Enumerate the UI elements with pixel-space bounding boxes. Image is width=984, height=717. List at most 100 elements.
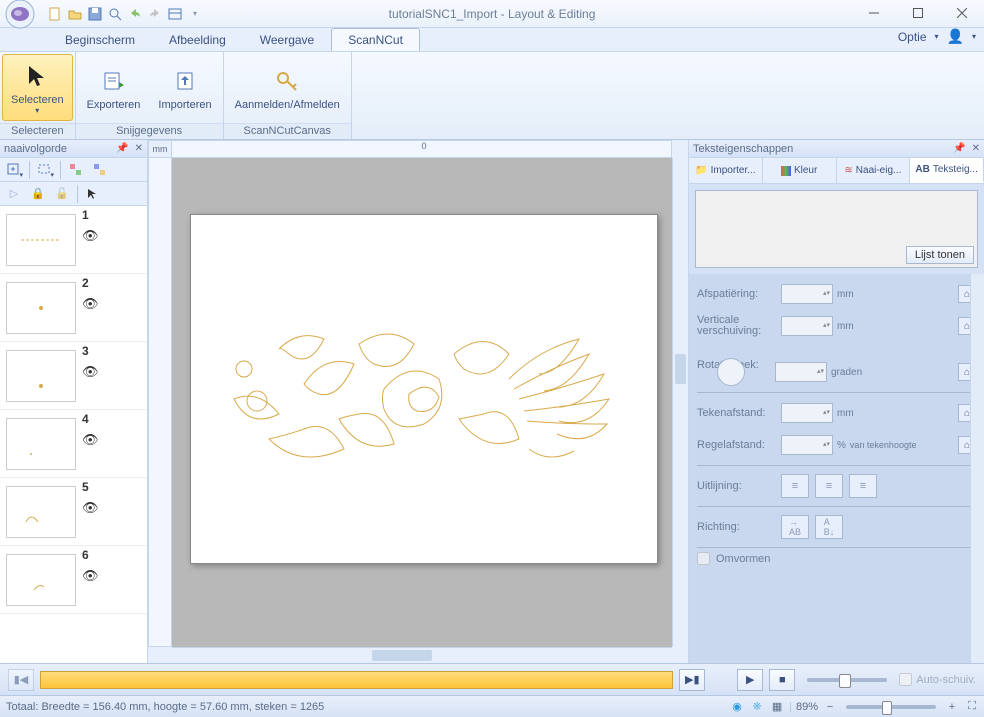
pin-icon[interactable]: 📌 bbox=[951, 142, 967, 155]
goto-start-button[interactable]: ▮◀ bbox=[8, 669, 34, 691]
color-tab-icon bbox=[781, 166, 791, 176]
canvas-area: mm 0 bbox=[148, 140, 688, 663]
design-page[interactable] bbox=[190, 214, 658, 564]
visibility-icon[interactable]: 👁 bbox=[82, 364, 99, 380]
view-mode1-icon[interactable]: ◉ bbox=[729, 699, 745, 715]
select-label: Selecteren bbox=[11, 94, 64, 106]
sew-tab-icon: ≋ bbox=[844, 165, 852, 176]
zoom-fit-icon[interactable]: ⛶ bbox=[964, 699, 980, 715]
export-button[interactable]: Exporteren bbox=[78, 54, 150, 121]
layer-item[interactable]: 4 👁 bbox=[0, 410, 147, 478]
speed-slider[interactable] bbox=[807, 678, 887, 682]
maximize-button[interactable] bbox=[896, 0, 940, 26]
tab-kleur[interactable]: Kleur bbox=[763, 158, 837, 183]
optie-chevron-icon[interactable]: ▾ bbox=[935, 32, 939, 41]
afspatiëring-input[interactable] bbox=[781, 284, 833, 304]
layer-number: 1 bbox=[82, 208, 89, 222]
select-button[interactable]: Selecteren ▾ bbox=[2, 54, 73, 121]
tab-scanncut[interactable]: ScanNCut bbox=[331, 28, 420, 51]
panel-close-icon[interactable]: ✕ bbox=[970, 142, 982, 155]
layer-number: 3 bbox=[82, 344, 89, 358]
afspatiëring-label: Afspatiëring: bbox=[697, 288, 781, 300]
verticale-input[interactable] bbox=[781, 316, 833, 336]
lock-icon[interactable]: 🔒 bbox=[27, 184, 49, 204]
zoom-slider[interactable] bbox=[846, 705, 936, 709]
cursor-icon bbox=[21, 60, 53, 92]
play-button[interactable]: ▶ bbox=[737, 669, 763, 691]
pin-icon[interactable]: 📌 bbox=[114, 142, 130, 155]
regelafstand-input[interactable] bbox=[781, 435, 833, 455]
login-label: Aanmelden/Afmelden bbox=[235, 99, 340, 111]
user-icon[interactable]: 👤 bbox=[947, 28, 964, 45]
panel-close-icon[interactable]: ✕ bbox=[133, 142, 145, 155]
layer-list[interactable]: 1 👁 2 👁 3 👁 4 👁 5 👁 bbox=[0, 206, 147, 663]
zoom-in-icon[interactable]: + bbox=[944, 699, 960, 715]
view-mode3-icon[interactable]: ▦ bbox=[769, 699, 785, 715]
tab-beginscherm[interactable]: Beginscherm bbox=[48, 28, 152, 51]
tab-naai[interactable]: ≋Naai-eig... bbox=[837, 158, 911, 183]
ruler-unit[interactable]: mm bbox=[148, 140, 172, 158]
playback-track[interactable] bbox=[40, 671, 673, 689]
visibility-icon[interactable]: 👁 bbox=[82, 432, 99, 448]
zoom-value: 89% bbox=[796, 701, 818, 713]
align-left-icon[interactable]: ≡ bbox=[781, 474, 809, 498]
pointer-icon[interactable] bbox=[82, 184, 104, 204]
app-icon[interactable] bbox=[4, 0, 36, 30]
user-chevron-icon[interactable]: ▾ bbox=[972, 32, 976, 41]
horizontal-scrollbar[interactable] bbox=[172, 647, 672, 663]
vertical-scrollbar[interactable] bbox=[672, 158, 688, 647]
group2-icon[interactable] bbox=[89, 160, 111, 180]
visibility-icon[interactable]: 👁 bbox=[82, 296, 99, 312]
ribbon-group-scanncutcanvas: Aanmelden/Afmelden ScanNCutCanvas bbox=[224, 52, 352, 139]
tab-afbeelding[interactable]: Afbeelding bbox=[152, 28, 243, 51]
tab-tekst[interactable]: ABTeksteig... bbox=[910, 158, 984, 183]
rotatie-input[interactable] bbox=[775, 362, 827, 382]
layer-thumb bbox=[6, 350, 76, 402]
layer-item[interactable]: 3 👁 bbox=[0, 342, 147, 410]
verticale-label: Verticale verschuiving: bbox=[697, 315, 781, 337]
goto-end-button[interactable]: ▶▮ bbox=[679, 669, 705, 691]
align-center-icon[interactable]: ≡ bbox=[815, 474, 843, 498]
tekenafstand-input[interactable] bbox=[781, 403, 833, 423]
tekenafstand-unit: mm bbox=[837, 408, 854, 419]
visibility-icon[interactable]: 👁 bbox=[82, 228, 99, 244]
align-right-icon[interactable]: ≡ bbox=[849, 474, 877, 498]
ribbon-group-snijgegevens: Exporteren Importeren Snijgegevens bbox=[76, 52, 224, 139]
select-tool-icon[interactable]: ▾ bbox=[34, 160, 56, 180]
list-tonen-button[interactable]: Lijst tonen bbox=[906, 246, 974, 264]
login-button[interactable]: Aanmelden/Afmelden bbox=[226, 54, 349, 121]
layer-item[interactable]: 2 👁 bbox=[0, 274, 147, 342]
canvas-viewport[interactable] bbox=[172, 158, 672, 647]
import-button[interactable]: Importeren bbox=[149, 54, 220, 121]
zoom-out-icon[interactable]: − bbox=[822, 699, 838, 715]
rotation-dial[interactable] bbox=[717, 358, 745, 386]
view-mode2-icon[interactable]: ❋ bbox=[749, 699, 765, 715]
tab-importeren[interactable]: 📁Importer... bbox=[689, 158, 763, 183]
layer-item[interactable]: 5 👁 bbox=[0, 478, 147, 546]
direction-vertical-icon[interactable]: AB↓ bbox=[815, 515, 843, 539]
naaivolgorde-header: naaivolgorde 📌 ✕ bbox=[0, 140, 147, 158]
close-button[interactable] bbox=[940, 0, 984, 26]
ribbon: Selecteren ▾ Selecteren Exporteren Impor… bbox=[0, 52, 984, 140]
group1-icon[interactable] bbox=[65, 160, 87, 180]
props-scrollbar[interactable] bbox=[970, 274, 984, 663]
ruler-zero: 0 bbox=[422, 141, 427, 151]
vertical-ruler[interactable] bbox=[148, 158, 172, 647]
tekenafstand-label: Tekenafstand: bbox=[697, 407, 781, 419]
optie-menu[interactable]: Optie bbox=[898, 30, 927, 44]
right-panel-tabs: 📁Importer... Kleur ≋Naai-eig... ABTekste… bbox=[689, 158, 984, 184]
visibility-icon[interactable]: 👁 bbox=[82, 500, 99, 516]
zoom-in-icon[interactable]: ▾ bbox=[3, 160, 25, 180]
tab-weergave[interactable]: Weergave bbox=[243, 28, 331, 51]
layer-item[interactable]: 6 👁 bbox=[0, 546, 147, 614]
horizontal-ruler[interactable]: 0 bbox=[172, 140, 672, 158]
minimize-button[interactable] bbox=[852, 0, 896, 26]
omvormen-checkbox[interactable] bbox=[697, 552, 710, 565]
status-bar: Totaal: Breedte = 156.40 mm, hoogte = 57… bbox=[0, 695, 984, 717]
layer-item[interactable]: 1 👁 bbox=[0, 206, 147, 274]
visibility-icon[interactable]: 👁 bbox=[82, 568, 99, 584]
auto-scroll-checkbox[interactable] bbox=[899, 673, 912, 686]
direction-horizontal-icon[interactable]: →AB bbox=[781, 515, 809, 539]
text-preview: Lijst tonen bbox=[695, 190, 978, 268]
stop-button[interactable]: ■ bbox=[769, 669, 795, 691]
